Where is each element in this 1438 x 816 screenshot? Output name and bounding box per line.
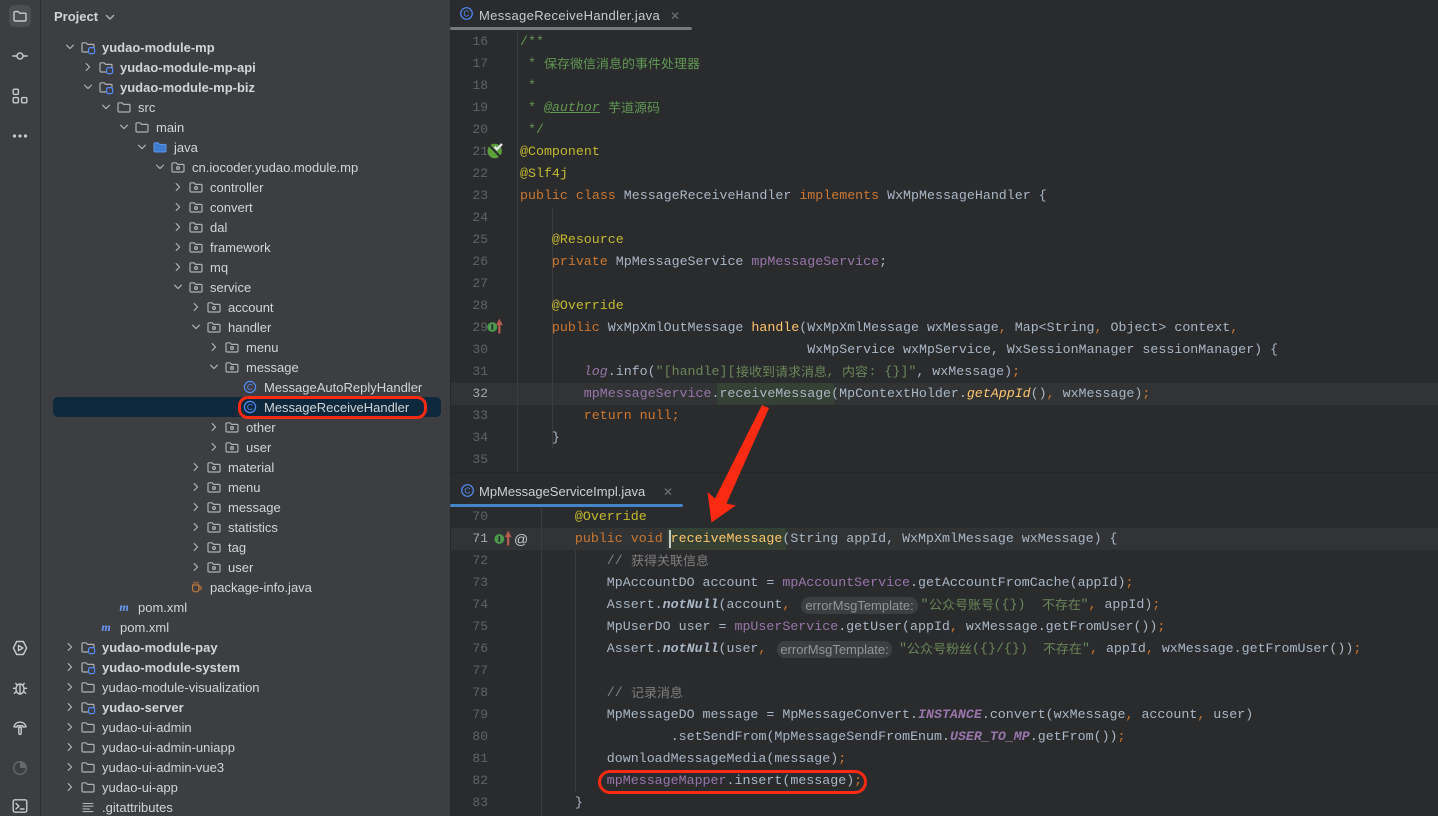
svg-text:C: C [247,382,253,392]
svg-text:C: C [463,9,469,19]
svg-text:C: C [464,486,470,496]
svg-text:m: m [101,620,110,634]
svg-text:m: m [119,600,128,614]
